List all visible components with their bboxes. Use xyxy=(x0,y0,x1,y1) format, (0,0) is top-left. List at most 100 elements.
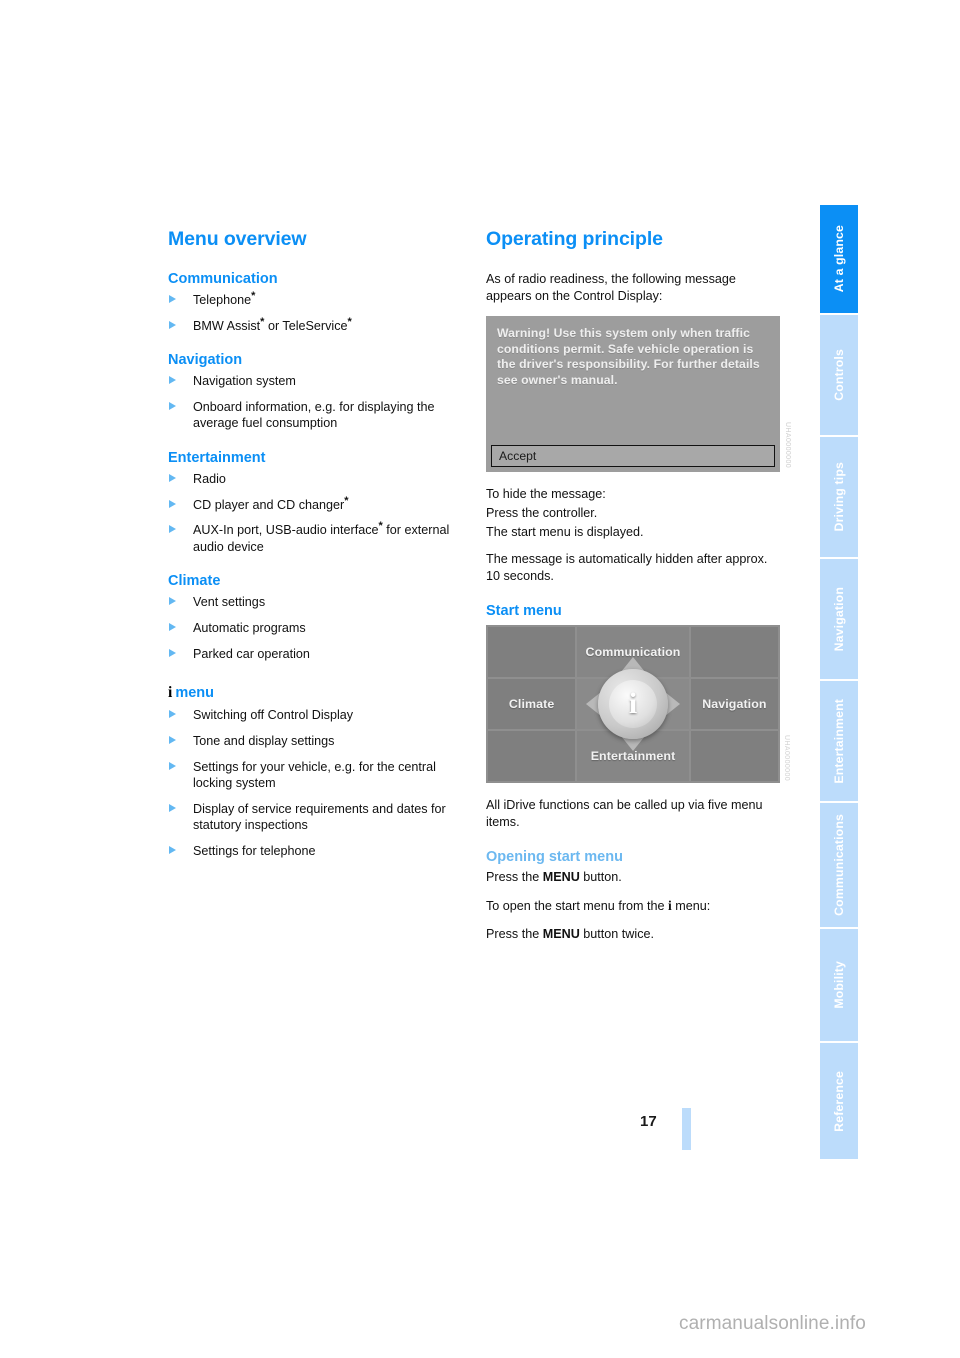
list-item-label: BMW Assist xyxy=(193,318,261,333)
start-menu-figure: Communication Climate i Navigation Enter… xyxy=(486,625,790,784)
tab-communications[interactable]: Communications xyxy=(820,803,858,927)
footnote-star: * xyxy=(344,494,349,507)
list-item: Tone and display settings xyxy=(168,733,468,750)
list-item: Navigation system xyxy=(168,373,468,390)
tab-at-a-glance[interactable]: At a glance xyxy=(820,205,858,313)
list-item-label: Switching off Control Display xyxy=(193,708,354,723)
right-column: Operating principle As of radio readines… xyxy=(486,228,791,954)
accept-button[interactable]: Accept xyxy=(491,444,775,467)
list-entertainment: Radio CD player and CD changer* AUX-In p… xyxy=(168,471,468,555)
figure-id-label: UHA0000000 xyxy=(783,735,790,782)
triangle-bullet-icon xyxy=(169,376,176,385)
text-fragment: button. xyxy=(579,869,622,884)
triangle-bullet-icon xyxy=(169,710,176,719)
chapter-tab-rail: At a glance Controls Driving tips Naviga… xyxy=(820,205,858,1161)
section-heading-climate: Climate xyxy=(168,573,221,590)
start-menu-note: All iDrive functions can be called up vi… xyxy=(486,798,763,829)
tab-controls[interactable]: Controls xyxy=(820,315,858,435)
tab-driving-tips[interactable]: Driving tips xyxy=(820,437,858,557)
section-heading-navigation: Navigation xyxy=(168,352,243,369)
opening-line-2: To open the start menu from the i menu: xyxy=(486,897,784,915)
figure-id-label: UHA0000000 xyxy=(784,421,791,468)
controller-knob[interactable]: i xyxy=(597,669,668,740)
tab-label: Mobility xyxy=(832,961,846,1009)
info-i-icon: i xyxy=(628,687,638,721)
controller-knob-inner: i xyxy=(608,680,657,729)
opening-line-1: Press the MENU button. xyxy=(486,869,784,886)
list-i-menu: Switching off Control Display Tone and d… xyxy=(168,707,468,859)
section-heading-i-menu: i menu xyxy=(168,684,468,702)
tab-label: Driving tips xyxy=(832,462,846,532)
page-marker-bar xyxy=(682,1108,691,1150)
list-item-label: Display of service requirements and date… xyxy=(193,801,446,833)
list-item: Vent settings xyxy=(168,594,468,611)
list-navigation: Navigation system Onboard information, e… xyxy=(168,373,468,432)
list-item-label: Navigation system xyxy=(193,374,296,389)
warning-dialog-figure: Warning! Use this system only when traff… xyxy=(486,315,791,472)
hide-message-line-3: The start menu is displayed. xyxy=(486,524,644,539)
triangle-bullet-icon xyxy=(169,648,176,657)
hide-message-line-2: Press the controller. xyxy=(486,505,598,520)
list-item-label: Automatic programs xyxy=(193,621,306,636)
accept-button-label: Accept xyxy=(499,448,537,463)
auto-hide-paragraph: The message is automatically hidden afte… xyxy=(486,552,768,584)
list-item-label: Settings for your vehicle, e.g. for the … xyxy=(193,759,436,791)
menu-button-label: MENU xyxy=(542,869,580,884)
list-item: Settings for telephone xyxy=(168,843,468,860)
list-item: Radio xyxy=(168,471,468,488)
list-item-label: AUX-In port, USB-audio interface xyxy=(193,523,379,538)
list-item-label: Parked car operation xyxy=(193,646,310,661)
tab-mobility[interactable]: Mobility xyxy=(820,929,858,1041)
start-menu-item-navigation[interactable]: Navigation xyxy=(690,679,778,730)
list-item-label: Onboard information, e.g. for displaying… xyxy=(193,399,435,431)
triangle-bullet-icon xyxy=(169,623,176,632)
intro-paragraph: As of radio readiness, the following mes… xyxy=(486,272,736,303)
triangle-bullet-icon xyxy=(169,597,176,606)
grid-cell-empty-tl xyxy=(488,627,576,678)
list-item-label: CD player and CD changer xyxy=(193,497,345,512)
tab-reference[interactable]: Reference xyxy=(820,1043,858,1159)
control-display-screenshot: Warning! Use this system only when traff… xyxy=(486,315,780,472)
list-item: BMW Assist* or TeleService* xyxy=(168,315,468,335)
section-heading-communication: Communication xyxy=(168,271,278,287)
triangle-bullet-icon xyxy=(169,474,176,483)
tab-navigation[interactable]: Navigation xyxy=(820,559,858,679)
subsection-heading-opening-start-menu: Opening start menu xyxy=(486,848,623,865)
page-number: 17 xyxy=(640,1113,657,1130)
i-menu-word: menu xyxy=(175,685,214,702)
list-item-label: Tone and display settings xyxy=(193,733,335,748)
list-item: Settings for your vehicle, e.g. for the … xyxy=(168,759,468,792)
triangle-bullet-icon xyxy=(169,761,176,770)
section-heading-start-menu: Start menu xyxy=(486,603,562,620)
grid-cell-empty-tr xyxy=(690,627,778,678)
text-fragment: Press the xyxy=(486,869,543,884)
text-fragment: button twice. xyxy=(579,926,655,941)
triangle-bullet-icon xyxy=(169,735,176,744)
list-item-label: Settings for telephone xyxy=(193,843,316,858)
triangle-bullet-icon xyxy=(169,525,176,534)
tab-label: Entertainment xyxy=(832,698,846,784)
list-item-label-cont: or TeleService xyxy=(264,318,348,333)
start-menu-center-controller[interactable]: i xyxy=(577,657,689,752)
tab-label: Controls xyxy=(832,349,846,401)
start-menu-item-climate[interactable]: Climate xyxy=(488,679,576,730)
list-item: Telephone* xyxy=(168,290,468,309)
list-climate: Vent settings Automatic programs Parked … xyxy=(168,594,468,662)
grid-cell-empty-br xyxy=(690,731,778,782)
opening-line-3: Press the MENU button twice. xyxy=(486,926,784,943)
list-item: AUX-In port, USB-audio interface* for ex… xyxy=(168,521,468,555)
list-item: Switching off Control Display xyxy=(168,707,468,724)
list-item: Onboard information, e.g. for displaying… xyxy=(168,399,468,432)
list-item-label: Telephone xyxy=(193,293,252,307)
menu-button-label: MENU xyxy=(542,926,580,941)
page-title: Menu overview xyxy=(168,228,307,250)
tab-label: Navigation xyxy=(832,586,846,652)
hide-message-line-1: To hide the message: xyxy=(486,486,606,501)
footnote-star: * xyxy=(347,315,352,328)
triangle-bullet-icon xyxy=(169,803,176,812)
triangle-bullet-icon xyxy=(169,499,176,508)
text-fragment: Press the xyxy=(486,926,543,941)
warning-message-text: Warning! Use this system only when traff… xyxy=(497,325,760,388)
list-item: Automatic programs xyxy=(168,620,468,637)
tab-entertainment[interactable]: Entertainment xyxy=(820,681,858,801)
